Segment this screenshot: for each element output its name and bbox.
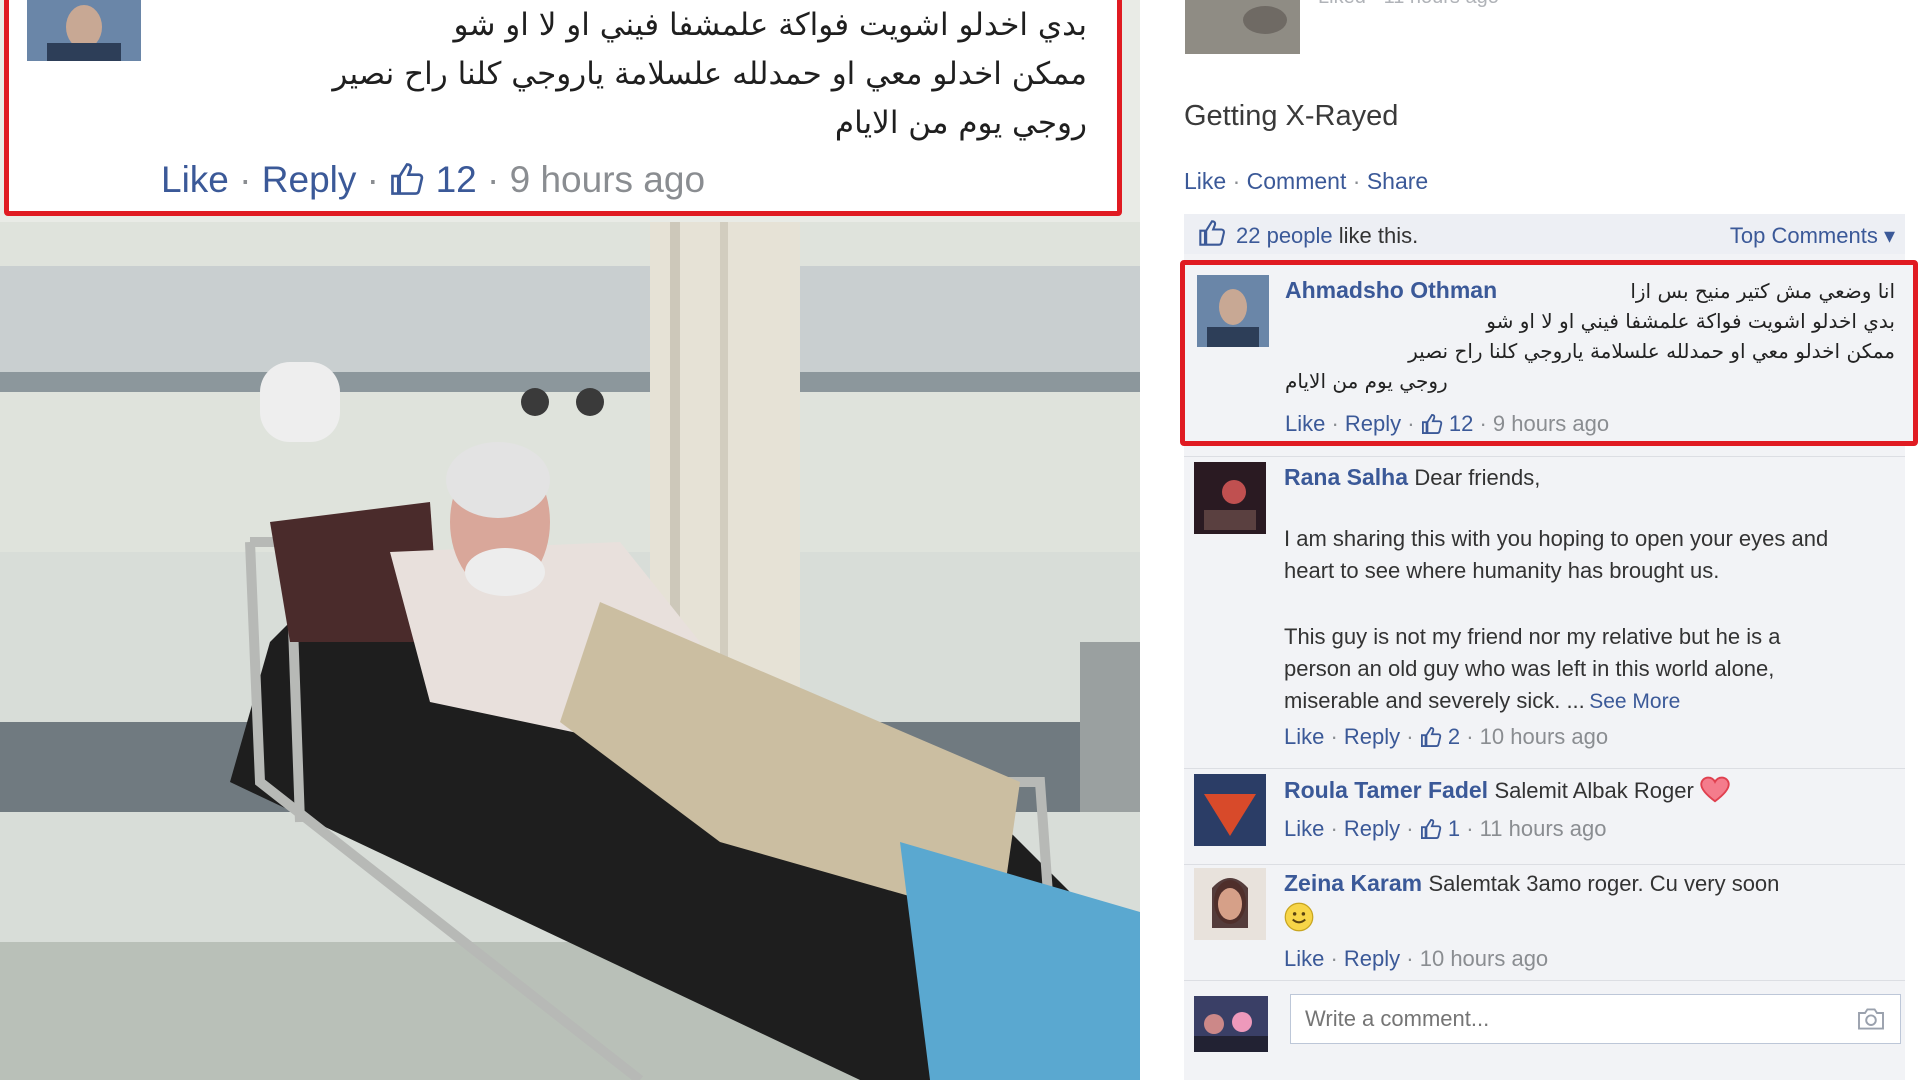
thumbs-up-icon [1421, 411, 1443, 436]
comment-line: ممكن اخدلو معي او حمدلله علسلامة ياروجي … [1408, 339, 1895, 363]
share-link[interactable]: Share [1367, 168, 1428, 194]
thumbs-up-icon [1420, 816, 1442, 841]
thumbs-up-icon [1198, 220, 1226, 252]
hospital-photo [0, 222, 1140, 1080]
thumbs-up-icon [1420, 724, 1442, 749]
reply-link[interactable]: Reply [1345, 411, 1401, 436]
likes-text: like this. [1332, 223, 1419, 248]
comment-text: Salemit Albak Roger [1494, 778, 1694, 803]
like-link[interactable]: Like [1285, 411, 1325, 436]
timestamp: 10 hours ago [1479, 724, 1609, 749]
comment-line: بدي اخدلو اشويت فواكة علمشفا فيني او لا … [1486, 309, 1895, 333]
comment-actions: Like · Reply · 2 · 10 hours ago [1284, 724, 1609, 749]
smiley-icon [1284, 902, 1314, 937]
comment-line: بدي اخدلو اشويت فواكة علمشفا فيني او لا … [453, 7, 1087, 43]
post-thumbnail[interactable] [1185, 0, 1300, 54]
write-comment-box[interactable] [1290, 994, 1901, 1044]
comment-item: Roula Tamer Fadel Salemit Albak Roger Li… [1184, 772, 1914, 862]
comment-actions: Like · Reply · 12 · 9 hours ago [161, 159, 706, 200]
comment-text: heart to see where humanity has brought … [1284, 558, 1720, 583]
comment-item: Rana Salha Dear friends, I am sharing th… [1184, 460, 1914, 760]
comment-item: Zeina Karam Salemtak 3amo roger. Cu very… [1184, 866, 1914, 976]
see-more-link[interactable]: See More [1589, 690, 1680, 713]
comment-line: روجي يوم من الايام [834, 105, 1087, 141]
comment-line: ممكن اخدلو معي او حمدلله علسلامة ياروجي … [332, 56, 1087, 92]
like-link[interactable]: Like [161, 159, 229, 200]
comment-actions: Like · Reply · 10 hours ago [1284, 946, 1549, 971]
post-text: Getting X-Rayed [1184, 100, 1399, 132]
comment-actions: Like · Reply · 12 · 9 hours ago [1285, 411, 1610, 436]
thumbs-up-icon [389, 159, 435, 200]
current-user-avatar [1194, 996, 1268, 1052]
avatar [1194, 868, 1266, 940]
like-link[interactable]: Like [1184, 168, 1226, 194]
heart-icon [1700, 776, 1730, 803]
commenter-name[interactable]: Zeina Karam [1284, 870, 1422, 896]
comment-text: Dear friends, [1414, 465, 1541, 490]
like-count: 12 [435, 159, 477, 200]
like-count: 2 [1447, 724, 1461, 749]
likers-link[interactable]: 22 people [1236, 223, 1333, 248]
commenter-name[interactable]: Ahmadsho Othman [1285, 277, 1497, 304]
comment-text: I am sharing this with you hoping to ope… [1284, 526, 1829, 551]
timestamp: 10 hours ago [1419, 946, 1549, 971]
photo-panel: بدي اخدلو اشويت فواكة علمشفا فيني او لا … [0, 0, 1140, 1080]
reply-link[interactable]: Reply [1344, 724, 1400, 749]
avatar [1197, 275, 1269, 347]
comment-line: انا وضعي مش كتير منيح بس ازا [1630, 279, 1895, 303]
like-count: 1 [1447, 816, 1461, 841]
comment-actions: Like · Reply · 1 · 11 hours ago [1284, 816, 1607, 841]
commenter-name[interactable]: Roula Tamer Fadel [1284, 777, 1488, 803]
like-count: 12 [1448, 411, 1474, 436]
timestamp: 11 hours ago [1479, 816, 1607, 841]
like-link[interactable]: Like [1284, 724, 1324, 749]
camera-icon[interactable] [1856, 1007, 1886, 1036]
highlighted-comment: Ahmadsho Othman انا وضعي مش كتير منيح بس… [1180, 260, 1918, 446]
comment-text: person an old guy who was left in this w… [1284, 656, 1775, 681]
comment-text: Salemtak 3amo roger. Cu very soon [1428, 871, 1780, 896]
post-meta: Liked · 11 hours ago [1318, 0, 1499, 9]
timestamp: 9 hours ago [509, 159, 706, 200]
like-link[interactable]: Like [1284, 816, 1324, 841]
timestamp: 9 hours ago [1492, 411, 1610, 436]
commenter-name[interactable]: Rana Salha [1284, 464, 1408, 490]
avatar [1194, 462, 1266, 534]
reply-link[interactable]: Reply [1344, 816, 1400, 841]
comment-link[interactable]: Comment [1247, 168, 1347, 194]
zoomed-comment: بدي اخدلو اشويت فواكة علمشفا فيني او لا … [4, 0, 1122, 216]
post-actions: Like · Comment · Share [1184, 168, 1429, 194]
top-comments-dropdown[interactable]: Top Comments ▾ [1730, 223, 1895, 249]
reply-link[interactable]: Reply [1344, 946, 1400, 971]
comment-text: This guy is not my friend nor my relativ… [1284, 624, 1781, 649]
reply-link[interactable]: Reply [262, 159, 357, 200]
comment-input[interactable] [1303, 1005, 1827, 1033]
like-link[interactable]: Like [1284, 946, 1324, 971]
comment-line: روجي يوم من الايام [1285, 369, 1448, 393]
likes-summary: 22 people like this. Top Comments ▾ [1184, 214, 1905, 254]
comment-text: miserable and severely sick. ... [1284, 688, 1585, 713]
avatar [1194, 774, 1266, 846]
